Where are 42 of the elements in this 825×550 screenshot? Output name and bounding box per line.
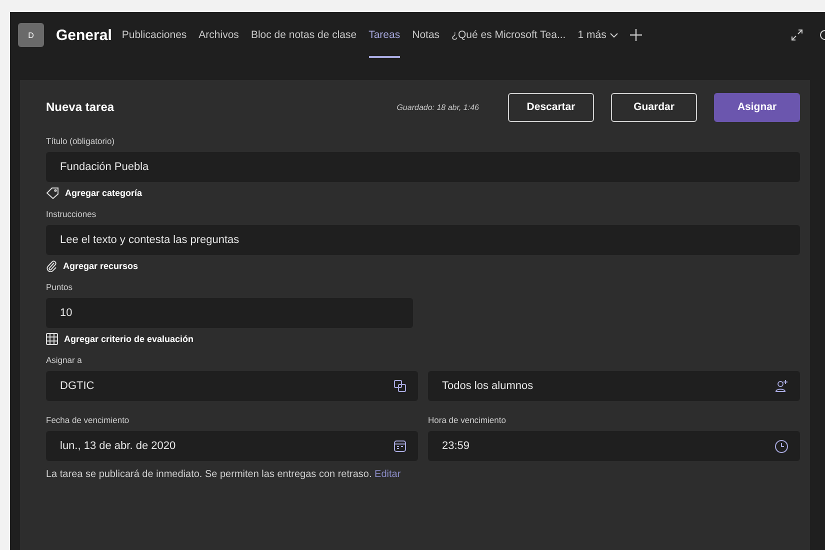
chevron-down-icon — [610, 32, 618, 38]
channel-tab[interactable]: Notas — [412, 12, 440, 58]
add-link[interactable]: Agregar recursos — [46, 260, 138, 272]
time-field[interactable]: 23:59 — [428, 431, 800, 461]
channel-tab[interactable]: Bloc de notas de clase — [250, 12, 357, 58]
field-label: Instrucciones — [46, 209, 98, 219]
publish-note: La tarea se publicará de inmediato. Se permiten las entregas con retraso. Editar — [46, 469, 402, 480]
field-label: Hora de vencimiento — [428, 415, 507, 425]
paperclip-icon — [46, 260, 57, 272]
channel-tab[interactable]: Tareas — [368, 12, 400, 58]
field-label: Puntos — [46, 282, 74, 292]
action-button[interactable]: Guardar — [611, 92, 697, 122]
saved-status: Guardado: 18 abr, 1:46 — [396, 102, 479, 112]
add-link[interactable]: Agregar categoría — [46, 187, 142, 199]
add-person-icon[interactable] — [775, 380, 788, 392]
channel-tab[interactable]: Archivos — [198, 12, 239, 58]
students-field[interactable]: Todos los alumnos — [428, 371, 800, 401]
field-label: Fecha de vencimiento — [46, 415, 130, 425]
points-field[interactable]: 10 — [46, 298, 413, 328]
class-field[interactable]: DGTIC — [46, 371, 418, 401]
channel-name: General — [56, 26, 112, 44]
team-avatar: D — [18, 23, 44, 47]
calendar-icon[interactable] — [394, 440, 406, 452]
date-field[interactable]: lun., 13 de abr. de 2020 — [46, 431, 418, 461]
instructions-field[interactable]: Lee el texto y contesta las preguntas — [46, 225, 800, 255]
grid-icon — [46, 333, 58, 345]
clock-icon[interactable] — [775, 440, 788, 452]
action-button[interactable]: Descartar — [508, 92, 594, 122]
field-label: Título (obligatorio) — [46, 136, 116, 146]
expand-icon[interactable] — [791, 29, 803, 41]
class-icon[interactable] — [394, 380, 406, 392]
form-title: Nueva tarea — [46, 100, 116, 114]
channel-tab[interactable]: Publicaciones — [122, 12, 187, 58]
assign-button[interactable]: Asignar — [714, 92, 800, 122]
add-link[interactable]: Agregar criterio de evaluación — [46, 333, 194, 345]
channel-tab[interactable]: ¿Qué es Microsoft Tea... — [452, 12, 566, 58]
title-field[interactable]: Fundación Puebla — [46, 152, 800, 182]
edit-link[interactable]: Editar — [374, 469, 401, 480]
field-label: Asignar a — [46, 355, 83, 365]
add-tab-icon[interactable] — [630, 29, 642, 41]
tag-icon — [46, 187, 59, 199]
more-tabs-menu[interactable]: 1 más — [578, 29, 618, 41]
